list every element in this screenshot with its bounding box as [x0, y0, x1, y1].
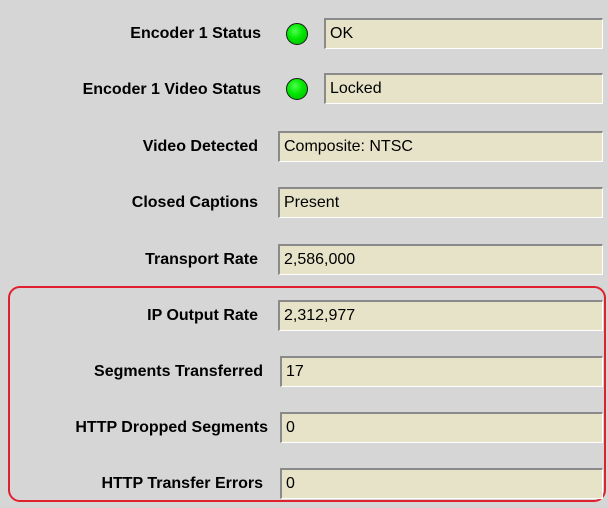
video-detected-field: Composite: NTSC: [278, 131, 603, 162]
http-dropped-segments-label: HTTP Dropped Segments: [75, 419, 268, 436]
encoder-status-field: OK: [324, 18, 603, 49]
encoder-video-status-row: Encoder 1 Video Status Locked: [0, 70, 608, 110]
encoder-video-status-indicator-icon: [286, 78, 308, 100]
encoder-status-indicator-icon: [286, 23, 308, 45]
closed-captions-label: Closed Captions: [131, 194, 258, 211]
http-transfer-errors-label: HTTP Transfer Errors: [101, 475, 263, 492]
http-dropped-segments-field: 0: [280, 412, 603, 443]
encoder-status-label: Encoder 1 Status: [130, 25, 261, 42]
segments-transferred-row: Segments Transferred 17: [0, 352, 608, 392]
closed-captions-field: Present: [278, 187, 603, 218]
transport-rate-row: Transport Rate 2,586,000: [0, 240, 608, 280]
ip-output-rate-field: 2,312,977: [278, 300, 603, 331]
closed-captions-row: Closed Captions Present: [0, 183, 608, 223]
encoder-status-row: Encoder 1 Status OK: [0, 14, 608, 54]
http-transfer-errors-field: 0: [280, 468, 603, 499]
segments-transferred-field: 17: [280, 356, 603, 387]
encoder-video-status-label: Encoder 1 Video Status: [82, 81, 261, 98]
transport-rate-label: Transport Rate: [145, 251, 258, 268]
http-dropped-segments-row: HTTP Dropped Segments 0: [0, 408, 608, 448]
ip-output-rate-label: IP Output Rate: [147, 307, 258, 324]
segments-transferred-label: Segments Transferred: [94, 363, 263, 380]
transport-rate-field: 2,586,000: [278, 244, 603, 275]
ip-output-rate-row: IP Output Rate 2,312,977: [0, 296, 608, 336]
encoder-video-status-field: Locked: [324, 73, 603, 104]
video-detected-label: Video Detected: [142, 138, 258, 155]
http-transfer-errors-row: HTTP Transfer Errors 0: [0, 464, 608, 504]
video-detected-row: Video Detected Composite: NTSC: [0, 127, 608, 167]
